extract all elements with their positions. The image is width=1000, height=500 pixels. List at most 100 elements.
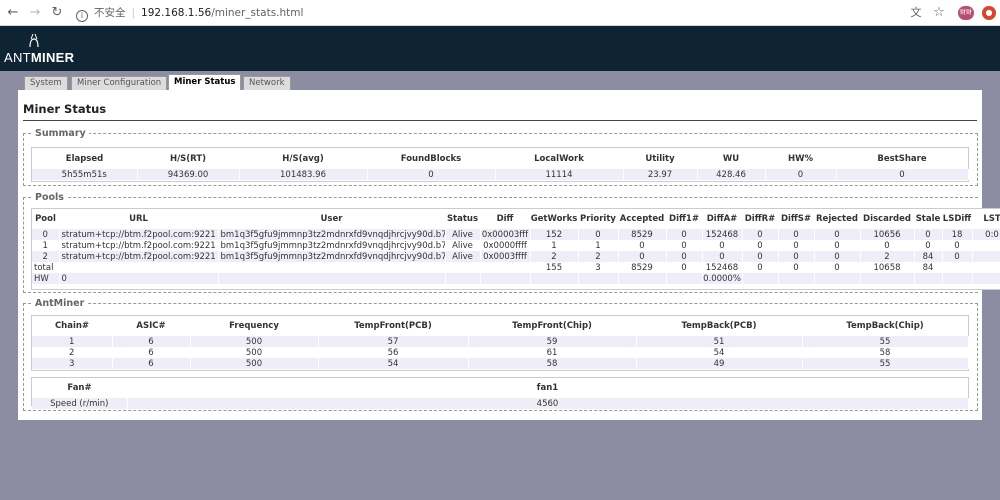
- pool-cell: 0: [618, 251, 667, 262]
- chain-cell: 57: [318, 336, 469, 347]
- chain-cell: 58: [468, 358, 637, 369]
- avatar[interactable]: 财财: [958, 6, 974, 20]
- summary-header-hw: HW%: [787, 154, 813, 164]
- pools-legend: Pools: [32, 192, 67, 203]
- pool-cell: [530, 273, 579, 284]
- pool-cell: [914, 273, 943, 284]
- pools-header-diff1: Diff1#: [669, 214, 699, 224]
- chain-header-frequency: Frequency: [229, 321, 279, 331]
- info-icon[interactable]: i: [76, 10, 88, 22]
- chain-cell: 500: [190, 358, 319, 369]
- antminer-legend: AntMiner: [32, 298, 88, 309]
- tab-network[interactable]: Network: [243, 76, 291, 90]
- pool-cell: [860, 273, 915, 284]
- chains-table: Chain# ASIC# Frequency TempFront(PCB) TempFr…: [32, 316, 969, 369]
- summary-header-localwork: LocalWork: [534, 154, 584, 164]
- pool-cell: 0: [702, 251, 743, 262]
- pool-cell: 0: [666, 240, 703, 251]
- pool-cell: 0: [702, 240, 743, 251]
- pool-cell: 2: [578, 251, 619, 262]
- translate-icon[interactable]: 文: [908, 5, 924, 21]
- pool-cell: [778, 273, 815, 284]
- chain-header-tempback-chip: TempBack(Chip): [846, 321, 924, 331]
- pool-row: 2 stratum+tcp://btm.f2pool.com:9221 bm1q3f…: [32, 251, 1000, 262]
- pool-cell: [814, 273, 861, 284]
- pool-cell: [445, 273, 481, 284]
- pools-table-box: Pool URL User Status Diff GetWorks Priority Acc…: [31, 208, 1000, 290]
- address-bar[interactable]: i 不安全 | 192.168.1.56/miner_stats.html: [76, 3, 896, 23]
- summary-cell: 101483.96: [239, 169, 368, 180]
- chain-cell: 6: [112, 358, 191, 369]
- pool-cell: [480, 273, 531, 284]
- chain-cell: 500: [190, 347, 319, 358]
- summary-cell: 11114: [495, 169, 624, 180]
- pool-cell: 10658: [860, 262, 915, 273]
- reload-icon[interactable]: ↻: [48, 4, 66, 22]
- pool-cell: 84: [914, 251, 943, 262]
- pools-header-lst: LST: [983, 214, 1000, 224]
- chain-cell: 51: [636, 336, 803, 347]
- pool-cell: 0.0000%: [702, 273, 743, 284]
- tab-miner-status[interactable]: Miner Status: [168, 74, 242, 90]
- address-separator: |: [131, 7, 136, 19]
- fans-table-box: Fan# fan1 Speed (r/min) 4560: [31, 377, 969, 409]
- star-icon[interactable]: ☆: [931, 5, 947, 21]
- pools-header-user: User: [320, 214, 343, 224]
- content-panel: Miner Status Summary Elapsed H/S(RT) H/S(a…: [18, 90, 1000, 420]
- pool-cell: 2: [530, 251, 579, 262]
- pools-header-getworks: GetWorks: [530, 214, 578, 224]
- pools-header-priority: Priority: [580, 214, 616, 224]
- pool-cell: [480, 262, 531, 273]
- pool-cell: [972, 262, 1000, 273]
- chain-cell: 6: [112, 336, 191, 347]
- pool-cell: 10656: [860, 229, 915, 240]
- summary-header-elapsed: Elapsed: [65, 154, 104, 164]
- browser-toolbar: ← → ↻ i 不安全 | 192.168.1.56/miner_stats.html…: [0, 0, 1000, 26]
- pools-header-diff: Diff: [496, 214, 514, 224]
- pool-row: 1 stratum+tcp://btm.f2pool.com:9221 bm1q3f…: [32, 240, 1000, 251]
- pool-cell: 0: [32, 229, 60, 240]
- chain-cell: 58: [802, 347, 969, 358]
- fan-cell: 4560: [127, 398, 969, 409]
- chain-header-tempfront-pcb: TempFront(PCB): [354, 321, 432, 331]
- arrow-right-icon[interactable]: →: [26, 4, 44, 22]
- antminer-logo-icon: [29, 33, 39, 48]
- chain-header-tempback-pcb: TempBack(PCB): [681, 321, 757, 331]
- chain-row: 1 6 500 57 59 51 55: [32, 336, 969, 347]
- pools-header-diffr: DiffR#: [744, 214, 776, 224]
- pool-cell: 0: [618, 240, 667, 251]
- fan-cell: Speed (r/min): [32, 398, 128, 409]
- pool-cell: stratum+tcp://btm.f2pool.com:9221: [59, 251, 219, 262]
- logo-text-ant: ANT: [4, 50, 31, 65]
- summary-header-h-s-rt: H/S(RT): [169, 154, 207, 164]
- fan-header-fan1: fan1: [536, 383, 559, 393]
- page-title: Miner Status: [23, 102, 107, 116]
- extension-icon[interactable]: ●: [982, 6, 996, 20]
- pool-cell: 0: [666, 229, 703, 240]
- pool-cell: [666, 273, 703, 284]
- summary-table: Elapsed H/S(RT) H/S(avg) FoundBlocks LocalWo…: [32, 149, 969, 180]
- summary-cell: 0: [765, 169, 837, 180]
- chain-cell: 59: [468, 336, 637, 347]
- tab-system[interactable]: System: [24, 76, 68, 90]
- tab-miner-configuration[interactable]: Miner Configuration: [71, 76, 168, 90]
- pool-cell: 0: [814, 240, 861, 251]
- chain-cell: 500: [190, 336, 319, 347]
- chain-cell: 3: [32, 358, 113, 369]
- pool-row: total 155 3 8529 0 152468 0 0 0 10658 84: [32, 262, 1000, 273]
- chain-header-chain: Chain#: [54, 321, 90, 331]
- pool-cell: stratum+tcp://btm.f2pool.com:9221: [59, 229, 219, 240]
- arrow-left-icon[interactable]: ←: [4, 4, 22, 22]
- pool-cell: 0: [59, 273, 219, 284]
- pool-cell: 0: [578, 229, 619, 240]
- pool-cell: 0: [666, 262, 703, 273]
- fan-row: Speed (r/min) 4560: [32, 398, 969, 409]
- summary-cell: 0: [836, 169, 969, 180]
- pool-cell: HW: [32, 273, 60, 284]
- pool-cell: [742, 273, 779, 284]
- pools-header-url: URL: [129, 214, 148, 224]
- pool-cell: 2: [860, 251, 915, 262]
- pools-header-rejected: Rejected: [816, 214, 858, 224]
- chain-row: 2 6 500 56 61 54 58: [32, 347, 969, 358]
- pool-cell: 1: [578, 240, 619, 251]
